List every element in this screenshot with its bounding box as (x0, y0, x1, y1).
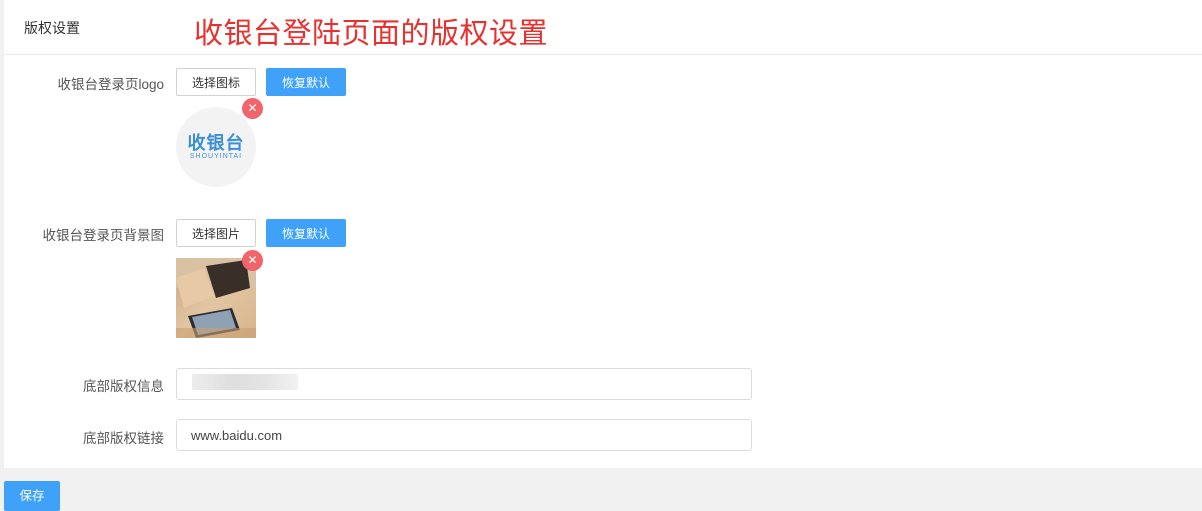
annotation-text: 收银台登陆页面的版权设置 (194, 18, 549, 50)
logo-label: 收银台登录页logo (57, 77, 164, 92)
copyright-link-input[interactable] (176, 419, 752, 451)
select-icon-button[interactable]: 选择图标 (176, 68, 256, 96)
copyright-link-label: 底部版权链接 (83, 431, 164, 446)
background-photo (176, 258, 256, 338)
logo-preview: 收银台 SHOUYINTAI (176, 107, 256, 187)
remove-background-icon[interactable]: ✕ (242, 250, 263, 271)
reset-logo-button[interactable]: 恢复默认 (266, 68, 346, 96)
panel-header: 版权设置 收银台登陆页面的版权设置 (4, 0, 1202, 55)
logo-image: 收银台 SHOUYINTAI (176, 107, 256, 187)
background-preview (176, 258, 256, 338)
copyright-info-label: 底部版权信息 (83, 379, 164, 394)
redacted-text (192, 374, 298, 390)
logo-text-cn: 收银台 (187, 133, 245, 154)
remove-logo-icon[interactable]: ✕ (242, 98, 263, 119)
logo-text-en: SHOUYINTAI (189, 153, 243, 160)
background-label: 收银台登录页背景图 (42, 228, 165, 243)
panel-title: 版权设置 (24, 20, 80, 36)
select-image-button[interactable]: 选择图片 (176, 219, 256, 247)
background-image (176, 258, 256, 338)
reset-background-button[interactable]: 恢复默认 (266, 219, 346, 247)
